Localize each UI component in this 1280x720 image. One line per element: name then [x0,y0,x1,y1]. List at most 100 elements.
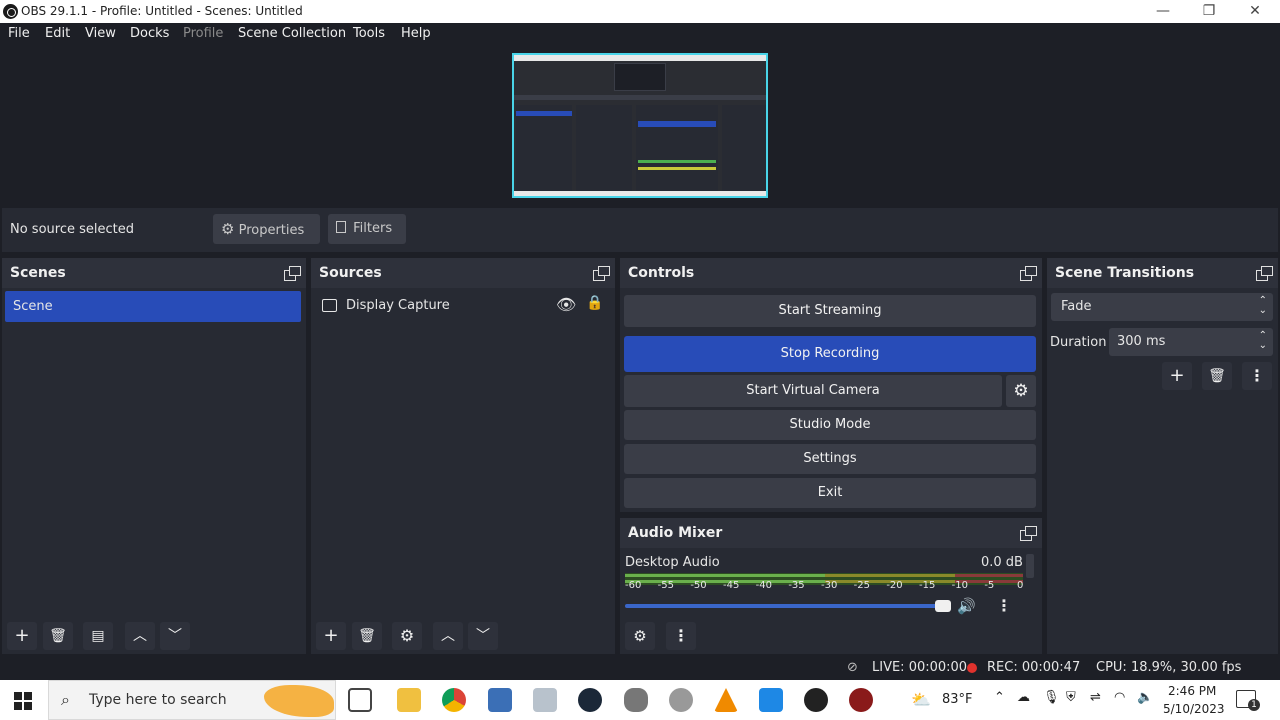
transition-select[interactable]: Fade ⌃ ⌄ [1051,293,1273,321]
speaker-icon[interactable]: 🔊 [957,597,976,615]
disc-icon[interactable] [669,688,693,712]
meter-tick-label: 0 [1017,580,1024,591]
search-icon: ⌕ [61,690,70,709]
studio-mode-button[interactable]: Studio Mode [624,410,1036,440]
shield-icon[interactable]: ⛨ [1066,690,1076,705]
properties-button[interactable]: ⚙ Properties [213,214,320,244]
move-source-up-button[interactable]: ︿ [433,622,463,650]
duration-spinbox[interactable]: 300 ms ⌃ ⌄ [1109,328,1273,356]
gear-icon: ⚙ [399,626,415,645]
plus-icon: + [14,625,30,646]
plus-icon: + [323,625,339,646]
minimize-button[interactable]: — [1140,0,1186,23]
add-source-button[interactable]: + [316,622,346,650]
channel-level: 0.0 dB [981,555,1023,570]
audio-advanced-button[interactable]: ⚙ [625,622,655,650]
menu-docks[interactable]: Docks [130,26,169,41]
notification-count: 1 [1248,699,1260,711]
stop-recording-button[interactable]: Stop Recording [624,336,1036,372]
poppy-flowers-icon [264,685,334,717]
undock-icon[interactable] [1020,266,1037,281]
mixer-scrollbar[interactable] [1026,554,1034,578]
live-timer: LIVE: 00:00:00 [872,660,968,675]
remove-source-button[interactable]: 🗑 [352,622,382,650]
clock-date[interactable]: 5/10/2023 [1163,702,1225,716]
lock-icon[interactable]: 🔒 [586,295,603,311]
microphone-icon[interactable]: 🎙 [1043,690,1060,705]
network-icon[interactable]: ⇌ [1090,690,1101,705]
transitions-header: Scene Transitions [1047,258,1278,288]
settings-button[interactable]: Settings [624,444,1036,474]
undock-icon[interactable] [1020,526,1037,541]
source-item[interactable]: Display Capture 👁 🔒 [314,292,612,320]
restore-button[interactable]: ❐ [1186,0,1232,23]
notification-center-icon[interactable]: 1 [1236,690,1260,711]
file-manager-icon[interactable] [533,688,557,712]
scenes-dock: Scenes Scene + 🗑 ▤ ︿ ﹀ [2,258,306,654]
cloud-icon[interactable]: ☁ [1017,690,1030,705]
app-window-icon[interactable] [488,688,512,712]
menu-scene-collection[interactable]: Scene Collection [238,26,346,41]
steam-icon[interactable] [578,688,602,712]
add-transition-button[interactable]: + [1162,362,1192,390]
store-icon[interactable] [759,688,783,712]
cpu-fps: CPU: 18.9%, 30.00 fps [1096,660,1242,675]
undock-icon[interactable] [593,266,610,281]
vlc-icon[interactable] [714,688,738,712]
volume-icon[interactable]: 🔈 [1137,690,1153,705]
close-button[interactable]: ✕ [1232,0,1278,23]
volume-slider[interactable] [625,600,951,612]
remove-transition-button[interactable]: 🗑 [1202,362,1232,390]
undock-icon[interactable] [284,266,301,281]
filters-button[interactable]: Filters [328,214,406,244]
menu-tools[interactable]: Tools [353,26,385,41]
virtual-camera-settings-button[interactable]: ⚙ [1006,375,1036,407]
remove-scene-button[interactable]: 🗑 [43,622,73,650]
mouse-icon[interactable] [624,688,648,712]
weather-temp[interactable]: 83°F [942,692,973,707]
move-scene-down-button[interactable]: ﹀ [160,622,190,650]
scene-filters-button[interactable]: ▤ [83,622,113,650]
clock-time[interactable]: 2:46 PM [1168,684,1216,698]
menu-edit[interactable]: Edit [45,26,70,41]
mixer-menu-button[interactable]: ⋮ [666,622,696,650]
start-virtual-camera-button[interactable]: Start Virtual Camera [624,375,1002,407]
preview-canvas[interactable] [512,53,768,198]
menu-profile[interactable]: Profile [183,26,223,41]
obs-taskbar-icon[interactable] [804,688,828,712]
add-scene-button[interactable]: + [7,622,37,650]
file-explorer-icon[interactable] [397,688,421,712]
filter-icon [336,221,346,233]
windows-start-icon[interactable] [14,692,32,710]
chevron-down-icon: ﹀ [476,628,490,644]
weather-icon[interactable]: ⛅ [911,690,931,709]
meter-tick-label: -15 [919,580,936,591]
move-source-down-button[interactable]: ﹀ [468,622,498,650]
chevron-up-icon[interactable]: ⌃ [994,690,1005,705]
volume-slider-handle[interactable] [935,600,951,612]
wifi-icon[interactable]: ◠ [1114,690,1125,705]
menu-help[interactable]: Help [401,26,431,41]
menu-file[interactable]: File [8,26,30,41]
channel-menu-icon[interactable]: ⋮ [996,596,1012,615]
rec-dot-icon [967,663,977,673]
duration-value: 300 ms [1117,334,1166,349]
display-icon [322,299,337,312]
meter-tick-label: -55 [657,580,674,591]
move-scene-up-button[interactable]: ︿ [125,622,155,650]
app-red-icon[interactable] [849,688,873,712]
chrome-icon[interactable] [442,688,466,712]
filters-label: Filters [353,221,393,236]
task-view-icon[interactable] [348,688,372,712]
transition-menu-button[interactable]: ⋮ [1242,362,1272,390]
taskbar-search[interactable]: ⌕ Type here to search [48,680,336,720]
start-streaming-button[interactable]: Start Streaming [624,295,1036,327]
scene-item[interactable]: Scene [5,291,301,322]
stream-off-icon: ⊘ [847,660,858,675]
menu-view[interactable]: View [85,26,116,41]
eye-icon[interactable]: 👁 [556,295,576,314]
undock-icon[interactable] [1256,266,1273,281]
exit-button[interactable]: Exit [624,478,1036,508]
source-properties-button[interactable]: ⚙ [392,622,422,650]
audio-mixer-title: Audio Mixer [628,525,723,541]
